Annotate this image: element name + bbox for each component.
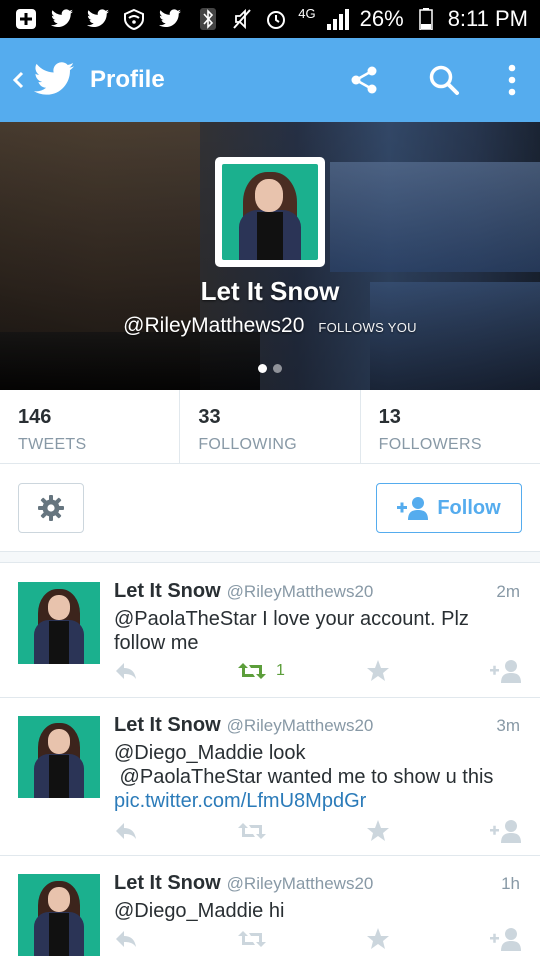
tweet-author-handle: @RileyMatthews20 xyxy=(226,582,374,601)
app-bar: Profile xyxy=(0,38,540,122)
tweet-avatar[interactable] xyxy=(18,716,100,798)
tweet-text-line: @PaolaTheStar wanted me to show u this xyxy=(114,766,494,788)
add-user-icon xyxy=(490,928,521,951)
retweet-count: 1 xyxy=(276,662,285,679)
profile-avatar[interactable] xyxy=(215,157,325,267)
gear-icon xyxy=(38,495,64,521)
tweet-author-name: Let It Snow xyxy=(114,714,221,736)
stat-followers[interactable]: 13 FOLLOWERS xyxy=(361,390,540,463)
add-user-icon xyxy=(490,660,521,683)
stat-value: 146 xyxy=(18,406,52,428)
alarm-icon xyxy=(264,8,288,30)
add-user-icon xyxy=(397,497,429,520)
tweet-item[interactable]: Let It Snow @RileyMatthews20 2m @PaolaTh… xyxy=(0,564,540,698)
retweet-button[interactable] xyxy=(238,924,266,954)
tweet-text: @Diego_Maddie look @PaolaTheStar wanted … xyxy=(114,741,524,813)
star-icon xyxy=(367,660,389,681)
more-vertical-icon xyxy=(508,64,516,96)
stat-label: TWEETS xyxy=(18,436,87,453)
reply-icon xyxy=(116,663,136,679)
add-user-icon xyxy=(490,820,521,843)
tweet-item[interactable]: Let It Snow @RileyMatthews20 1h @Diego_M… xyxy=(0,856,540,960)
status-bar: 4G 26% 8:11 PM xyxy=(0,0,540,38)
tweet-avatar[interactable] xyxy=(18,874,100,956)
retweet-icon xyxy=(238,823,266,839)
avatar-image xyxy=(222,164,318,260)
settings-button[interactable] xyxy=(18,483,84,533)
tweet-item[interactable]: Let It Snow @RileyMatthews20 3m @Diego_M… xyxy=(0,698,540,856)
stat-value: 13 xyxy=(378,406,401,428)
profile-handle: @RileyMatthews20 xyxy=(123,314,305,337)
battery-percent: 26% xyxy=(359,6,404,31)
page-dot-active xyxy=(258,364,267,373)
reply-button[interactable] xyxy=(114,816,138,846)
tweet-author-name: Let It Snow xyxy=(114,872,221,894)
tweet-timestamp: 1h xyxy=(501,874,520,893)
profile-name: Let It Snow xyxy=(200,276,340,306)
twitter-notification-icon xyxy=(86,8,110,30)
bluetooth-icon xyxy=(196,8,220,30)
tweet-avatar[interactable] xyxy=(18,582,100,664)
stat-following[interactable]: 33 FOLLOWING xyxy=(180,390,361,463)
section-divider xyxy=(0,552,540,563)
wifi-shield-icon xyxy=(122,8,146,30)
favorite-button[interactable] xyxy=(366,816,390,846)
retweet-button[interactable] xyxy=(238,816,266,846)
more-options-button[interactable] xyxy=(484,38,540,122)
follow-author-button[interactable] xyxy=(490,816,522,846)
retweet-icon xyxy=(238,931,266,947)
clock: 8:11 PM xyxy=(447,6,528,31)
follow-author-button[interactable] xyxy=(490,924,522,954)
tweet-timestamp: 2m xyxy=(496,582,520,601)
network-type: 4G xyxy=(298,5,316,21)
profile-actions: Follow xyxy=(0,464,540,552)
star-icon xyxy=(367,928,389,949)
twitter-notification-icon xyxy=(50,8,74,30)
signal-icon xyxy=(326,8,350,30)
tweet-text: @PaolaTheStar I love your account. Plz f… xyxy=(114,608,469,654)
tweet-text-line: @Diego_Maddie look xyxy=(114,742,306,764)
stat-label: FOLLOWERS xyxy=(378,436,482,453)
twitter-bird-icon xyxy=(33,62,75,95)
share-button[interactable] xyxy=(324,38,404,122)
retweet-icon xyxy=(238,663,266,679)
page-dot xyxy=(273,364,282,373)
tweet-timestamp: 3m xyxy=(496,716,520,735)
reply-icon xyxy=(116,931,136,947)
reply-icon xyxy=(116,823,136,839)
back-button[interactable] xyxy=(0,38,76,122)
profile-stats: 146 TWEETS 33 FOLLOWING 13 FOLLOWERS xyxy=(0,390,540,464)
tweet-author-handle: @RileyMatthews20 xyxy=(226,874,374,893)
favorite-button[interactable] xyxy=(366,924,390,954)
stat-tweets[interactable]: 146 TWEETS xyxy=(0,390,181,463)
favorite-button[interactable] xyxy=(366,656,390,686)
retweet-button[interactable]: 1 xyxy=(238,656,285,686)
stat-value: 33 xyxy=(198,406,221,428)
profile-header-banner[interactable]: Let It Snow @RileyMatthews20 FOLLOWS YOU xyxy=(0,122,540,390)
follow-author-button[interactable] xyxy=(490,656,522,686)
star-icon xyxy=(367,820,389,841)
reply-button[interactable] xyxy=(114,924,138,954)
chevron-left-icon xyxy=(8,38,28,122)
plus-notification-icon xyxy=(14,8,38,30)
mute-icon xyxy=(230,8,254,30)
tweet-media-link[interactable]: pic.twitter.com/LfmU8MpdGr xyxy=(114,789,524,813)
tweet-author-name: Let It Snow xyxy=(114,580,221,602)
twitter-notification-icon xyxy=(158,8,182,30)
page-title: Profile xyxy=(90,66,165,93)
battery-icon xyxy=(414,8,438,30)
follows-you-badge: FOLLOWS YOU xyxy=(318,320,417,335)
follow-button[interactable]: Follow xyxy=(376,483,522,533)
follow-button-label: Follow xyxy=(437,496,501,519)
stat-label: FOLLOWING xyxy=(198,436,298,453)
reply-button[interactable] xyxy=(114,656,138,686)
page-indicator xyxy=(0,364,540,373)
tweet-author-handle: @RileyMatthews20 xyxy=(226,716,374,735)
share-icon xyxy=(351,66,377,94)
search-button[interactable] xyxy=(404,38,484,122)
tweet-text: @Diego_Maddie hi xyxy=(114,900,285,922)
search-icon xyxy=(429,65,459,95)
